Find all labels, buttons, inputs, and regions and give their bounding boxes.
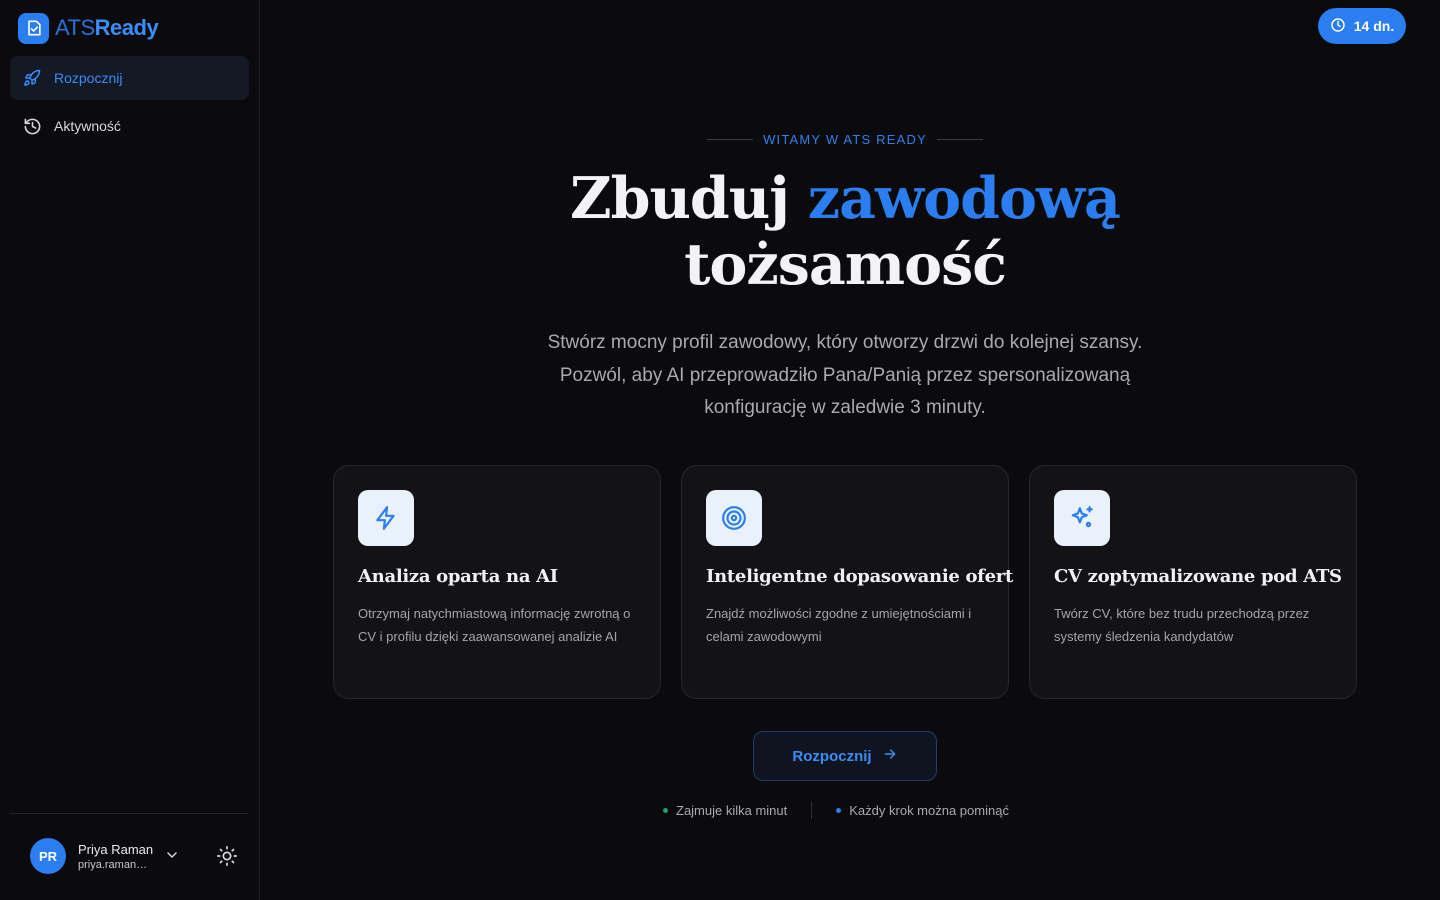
feature-title: Inteligentne dopasowanie ofert <box>706 566 1013 587</box>
app-root: ATSReady Rozpocznij Aktywność PR Priya R… <box>0 0 1440 900</box>
sidebar: ATSReady Rozpocznij Aktywność PR Priya R… <box>0 0 260 900</box>
feature-description: Otrzymaj natychmiastową informację zwrot… <box>358 606 631 644</box>
page-title: Zbuduj zawodową tożsamość <box>570 165 1121 298</box>
trial-days-badge[interactable]: 14 dn. <box>1318 8 1406 44</box>
trial-label: 14 dn. <box>1353 18 1395 34</box>
eyebrow-text: WITAMY W ATS READY <box>763 132 927 147</box>
sun-icon[interactable] <box>216 845 238 867</box>
user-email: priya.raman@example.com <box>78 858 156 871</box>
hint-duration: Zajmuje kilka minut <box>663 803 787 818</box>
user-name: Priya Raman <box>78 841 154 857</box>
sidebar-divider <box>10 813 248 814</box>
logo[interactable]: ATSReady <box>18 12 159 44</box>
start-button-label: Rozpocznij <box>792 747 872 765</box>
status-dot <box>663 807 668 813</box>
avatar: PR <box>30 838 66 874</box>
start-button[interactable]: Rozpocznij <box>753 731 937 781</box>
title-accent: zawodową <box>807 165 1121 232</box>
page-subtitle: Stwórz mocny profil zawodowy, który otwo… <box>547 332 1143 418</box>
feature-title: CV zoptymalizowane pod ATS <box>1054 566 1342 587</box>
lightning-icon <box>358 490 414 546</box>
sidebar-item-rozpocznij[interactable]: Rozpocznij <box>10 56 249 100</box>
feature-description: Twórz CV, które bez trudu przechodzą prz… <box>1054 606 1310 644</box>
user-profile[interactable]: PR Priya Raman priya.raman@example.com <box>30 838 156 874</box>
sparkles-icon <box>1054 490 1110 546</box>
sidebar-item-aktywnosc[interactable]: Aktywność <box>10 104 249 148</box>
feature-description: Znajdź możliwości zgodne z umiejętnościa… <box>706 606 972 644</box>
chevron-down-icon[interactable] <box>164 847 180 863</box>
logo-text: ATSReady <box>55 15 159 40</box>
hint-skippable: Każdy krok można pominąć <box>836 803 1009 818</box>
rocket-icon <box>22 68 42 88</box>
history-icon <box>22 116 42 136</box>
sidebar-item-label: Aktywność <box>54 118 121 134</box>
status-dot <box>836 807 842 813</box>
feature-card-ats-cv: CV zoptymalizowane pod ATS Twórz CV, któ… <box>1029 465 1357 699</box>
feature-title: Analiza oparta na AI <box>358 566 558 587</box>
clock-icon <box>1330 17 1346 36</box>
feature-card-job-matching: Inteligentne dopasowanie ofert Znajdź mo… <box>681 465 1013 699</box>
onboarding-hints: Zajmuje kilka minut Każdy krok można pom… <box>663 801 1009 819</box>
logo-icon <box>18 12 49 44</box>
target-icon <box>706 490 762 546</box>
feature-card-ai-analysis: Analiza oparta na AI Otrzymaj natychmias… <box>333 465 661 699</box>
eyebrow: WITAMY W ATS READY <box>707 132 984 147</box>
arrow-right-icon <box>882 746 898 766</box>
sidebar-item-label: Rozpocznij <box>54 70 123 86</box>
